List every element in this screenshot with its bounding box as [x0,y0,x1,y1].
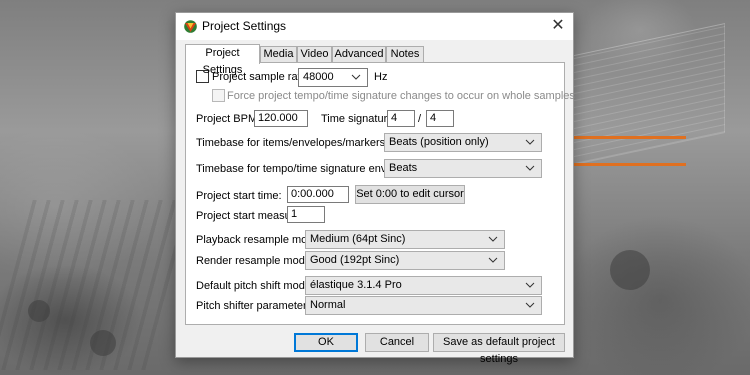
title-bar[interactable]: Project Settings ✕ [176,13,573,40]
time-signature-denominator[interactable]: 4 [426,110,454,127]
chevron-down-icon [525,282,535,288]
set-start-time-button[interactable]: Set 0:00 to edit cursor [355,185,465,204]
annotation-arrow [557,157,686,171]
chevron-down-icon [488,236,498,242]
annotation-arrow [557,130,686,144]
pitch-shift-value: élastique 3.1.4 Pro [310,279,402,291]
timebase-items-select[interactable]: Beats (position only) [384,133,542,152]
start-measure-input[interactable]: 1 [287,206,325,223]
chevron-down-icon [351,74,361,80]
sample-rate-select[interactable]: 48000 [298,68,368,87]
time-signature-label: Time signature [321,113,394,125]
pitch-param-select[interactable]: Normal [305,296,542,315]
start-time-input[interactable]: 0:00.000 [287,186,349,203]
timebase-tempo-value: Beats [389,162,418,174]
chevron-down-icon [525,165,535,171]
background-knob [90,330,116,356]
chevron-down-icon [488,257,498,263]
chevron-down-icon [525,139,535,145]
tab-project-settings[interactable]: Project Settings [185,44,260,76]
time-signature-numerator[interactable]: 4 [387,110,415,127]
pitch-shift-select[interactable]: élastique 3.1.4 Pro [305,276,542,295]
timebase-items-value: Beats (position only) [389,136,489,148]
pitch-shift-label: Default pitch shift mode: [196,280,315,292]
timebase-tempo-select[interactable]: Beats [384,159,542,178]
render-resample-label: Render resample mode: [196,255,315,267]
start-time-label: Project start time: [196,190,282,202]
reaper-logo-icon [184,20,197,33]
time-signature-separator: / [418,113,422,125]
background-screen [565,22,725,168]
tab-advanced[interactable]: Advanced [332,46,386,63]
bpm-label: Project BPM: [196,113,261,125]
tab-video[interactable]: Video [297,46,332,63]
window-title: Project Settings [202,19,287,33]
background-knob [610,250,650,290]
playback-resample-select[interactable]: Medium (64pt Sinc) [305,230,505,249]
background-knob [28,300,50,322]
chevron-down-icon [525,302,535,308]
project-settings-dialog: Project Settings ✕ Project Settings Medi… [175,12,575,365]
pitch-param-value: Normal [310,299,346,311]
render-resample-value: Good (192pt Sinc) [310,254,400,266]
timebase-items-label: Timebase for items/envelopes/markers: [196,137,389,149]
ok-button[interactable]: OK [294,333,358,352]
settings-panel: Project sample rate: 48000 Hz Force proj… [185,62,575,325]
tab-media[interactable]: Media [260,46,297,63]
bpm-input[interactable]: 120.000 [254,110,308,127]
render-resample-select[interactable]: Good (192pt Sinc) [305,251,505,270]
save-default-button[interactable]: Save as default project settings [433,333,565,365]
sample-rate-value: 48000 [303,71,334,83]
playback-resample-value: Medium (64pt Sinc) [310,233,406,245]
sample-rate-unit: Hz [374,71,388,83]
close-icon[interactable]: ✕ [543,13,573,40]
force-tempo-label: Force project tempo/time signature chang… [227,90,575,102]
force-tempo-checkbox[interactable] [212,89,225,102]
tab-notes[interactable]: Notes [386,46,424,63]
cancel-button[interactable]: Cancel [365,333,429,352]
playback-resample-label: Playback resample mode: [196,234,323,246]
pitch-param-label: Pitch shifter parameter: [196,300,310,312]
